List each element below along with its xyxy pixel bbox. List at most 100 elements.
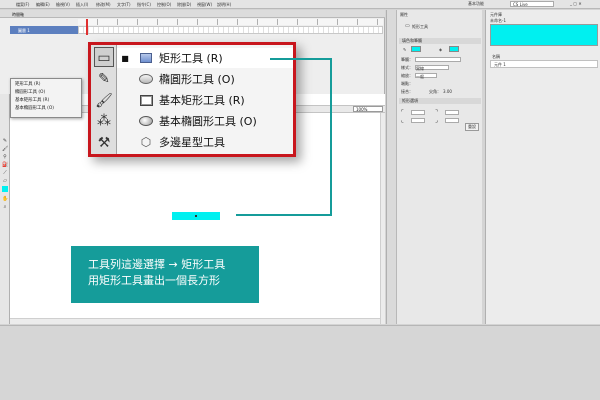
annotation-connector [270,58,332,60]
menu-item-rectangle-tool[interactable]: ■ 矩形工具 (R) [117,48,293,68]
hand-tool-icon[interactable]: ✋ [2,196,8,202]
corner-radius-field[interactable] [445,118,459,123]
menu-item-polystar-tool[interactable]: ⬡ 多邊星型工具 [117,132,293,152]
primitive-oval-icon [133,113,159,129]
menu-edit[interactable]: 編輯(E) [36,2,50,8]
brush-tool-icon[interactable]: 🖌 [2,146,8,152]
stroke-slider[interactable] [415,57,461,62]
shape-tools-flyout-small: 矩形工具 (R) 橢圓形工具 (O) 基本矩形工具 (R) 基本橢圓形工具 (O… [10,78,82,118]
menu-window[interactable]: 視窗(W) [197,2,212,8]
rectangle-tool-icon[interactable]: ▭ [94,47,114,67]
menu-debug[interactable]: 除錯(D) [177,2,191,8]
scale-label: 縮放： [401,73,413,78]
menu-file[interactable]: 檔案(F) [16,2,29,8]
cap-label: 端點： [401,81,413,86]
fill-color-swatch[interactable] [449,46,459,52]
props-tool-name: 矩形工具 [412,24,428,29]
stroke-label: 筆觸： [401,57,413,62]
layer-name: 圖層 1 [18,28,30,33]
zoomed-tool-column: ▭ ✎ 🖌 ⁂ ⚒ [91,45,117,154]
instruction-callout: 工具列這邊選擇 → 矩形工具 用矩形工具畫出一個長方形 [71,246,259,303]
corner-icon: ⌝ [435,109,438,116]
zoom-tool-icon[interactable]: ⌕ [2,204,8,210]
menu-text[interactable]: 文字(T) [117,2,131,8]
frame-strip[interactable] [78,26,383,34]
corner-radius-field[interactable] [411,118,425,123]
menu-item-primitive-rectangle-tool[interactable]: 基本矩形工具 (R) [117,90,293,110]
horizontal-scrollbar[interactable] [10,318,380,324]
eraser-icon[interactable]: ▱ [2,178,8,184]
fill-stroke-section[interactable]: 填色和筆觸 [399,38,481,44]
primitive-rectangle-icon [133,92,159,108]
menu-item-oval-tool[interactable]: 橢圓形工具 (O) [117,69,293,89]
frame-ruler[interactable] [78,19,383,25]
style-select[interactable]: 實線 [415,65,449,71]
miter-label: 尖角： [429,89,441,94]
annotation-connector [330,58,332,216]
deco-tool-icon[interactable]: ⚒ [94,133,114,153]
polygon-icon: ⬡ [140,135,152,149]
pencil-tool-icon[interactable]: ✎ [2,138,8,144]
callout-line-1: 工具列這邊選擇 → 矩形工具 [88,258,226,271]
bottom-area [0,325,600,400]
rectangle-tool-icon: ▭ [405,23,410,29]
search-input[interactable]: CS Live [510,1,554,7]
paint-bucket-icon[interactable]: ⛽ [2,162,8,168]
timeline-tab-bar: 時間軸 [0,10,385,18]
playhead[interactable] [86,19,88,35]
corner-radius-field[interactable] [445,110,459,115]
fill-color-swatch[interactable] [2,186,8,192]
callout-line-2: 用矩形工具畫出一個長方形 [88,274,220,287]
reset-button[interactable]: 重設 [465,123,479,131]
small-flyout-item[interactable]: 基本橢圓形工具 (O) [15,105,54,111]
menu-control[interactable]: 控制(O) [157,2,171,8]
small-flyout-item[interactable]: 基本矩形工具 (R) [15,97,49,103]
vertical-scrollbar[interactable] [380,113,385,324]
menu-item-label: 基本矩形工具 (R) [159,94,245,107]
pencil-tool-icon[interactable]: ✎ [94,69,114,89]
properties-panel: 屬性 ▭ 矩形工具 填色和筆觸 ✎ ◈ 筆觸： 樣式： 實線 縮放： 一般 端點… [386,10,482,324]
stroke-color-icon[interactable]: ✎ [403,47,406,52]
library-item[interactable]: 元件 1 [494,62,506,68]
zoom-select[interactable]: 100% [353,106,383,112]
properties-tab[interactable]: 屬性 [400,12,408,18]
selected-bullet-icon: ■ [121,53,129,63]
fill-color-icon[interactable]: ◈ [439,47,442,52]
annotation-connector [236,214,332,216]
menu-item-label: 矩形工具 (R) [159,52,223,65]
brush-tool-icon[interactable]: 🖌 [94,91,114,111]
corner-radius-field[interactable] [411,110,425,115]
workspace-switcher[interactable]: 基本功能 [468,1,484,7]
menu-commands[interactable]: 指令(C) [137,2,151,8]
menu-item-label: 多邊星型工具 [159,136,225,149]
join-label: 接合： [401,89,413,94]
bone-tool-icon[interactable]: ⚲ [2,154,8,160]
small-flyout-item[interactable]: 矩形工具 (R) [15,81,40,87]
menu-bar: 檔案(F) 編輯(E) 檢視(V) 插入(I) 修改(M) 文字(T) 指令(C… [0,0,600,9]
corner-icon: ⌜ [401,109,404,116]
eyedropper-icon[interactable]: ⟋ [2,170,8,176]
menu-view[interactable]: 檢視(V) [56,2,70,8]
drawn-rectangle[interactable] [172,212,220,220]
menu-item-label: 橢圓形工具 (O) [159,73,235,86]
panel-icon-strip [387,10,397,324]
style-label: 樣式： [401,65,413,70]
window-controls[interactable]: _ ▢ ✕ [570,1,598,7]
shape-tools-flyout-zoomed: ▭ ✎ 🖌 ⁂ ⚒ ■ 矩形工具 (R) 橢圓形工具 (O) 基本矩形工具 (R… [88,42,296,157]
timeline-tab[interactable]: 時間軸 [12,12,24,18]
miter-value[interactable]: 3.00 [443,89,452,94]
menu-help[interactable]: 說明(H) [217,2,231,8]
small-flyout-item[interactable]: 橢圓形工具 (O) [15,89,45,95]
shape-tool-menu: ■ 矩形工具 (R) 橢圓形工具 (O) 基本矩形工具 (R) 基本橢圓形工具 … [117,45,293,154]
stroke-color-swatch[interactable] [411,46,421,52]
rectangle-options-section[interactable]: 矩形選項 [399,98,481,104]
menu-item-label: 基本橢圓形工具 (O) [159,115,257,128]
menu-insert[interactable]: 插入(I) [76,2,88,8]
layer-row[interactable]: 圖層 1 [10,26,78,34]
spray-brush-icon[interactable]: ⁂ [94,111,114,131]
library-panel: 元件庫 未命名-1 名稱 元件 1 [485,10,600,324]
menu-modify[interactable]: 修改(M) [96,2,111,8]
scale-select[interactable]: 一般 [415,73,437,79]
menu-item-primitive-oval-tool[interactable]: 基本橢圓形工具 (O) [117,111,293,131]
library-preview [490,24,598,46]
